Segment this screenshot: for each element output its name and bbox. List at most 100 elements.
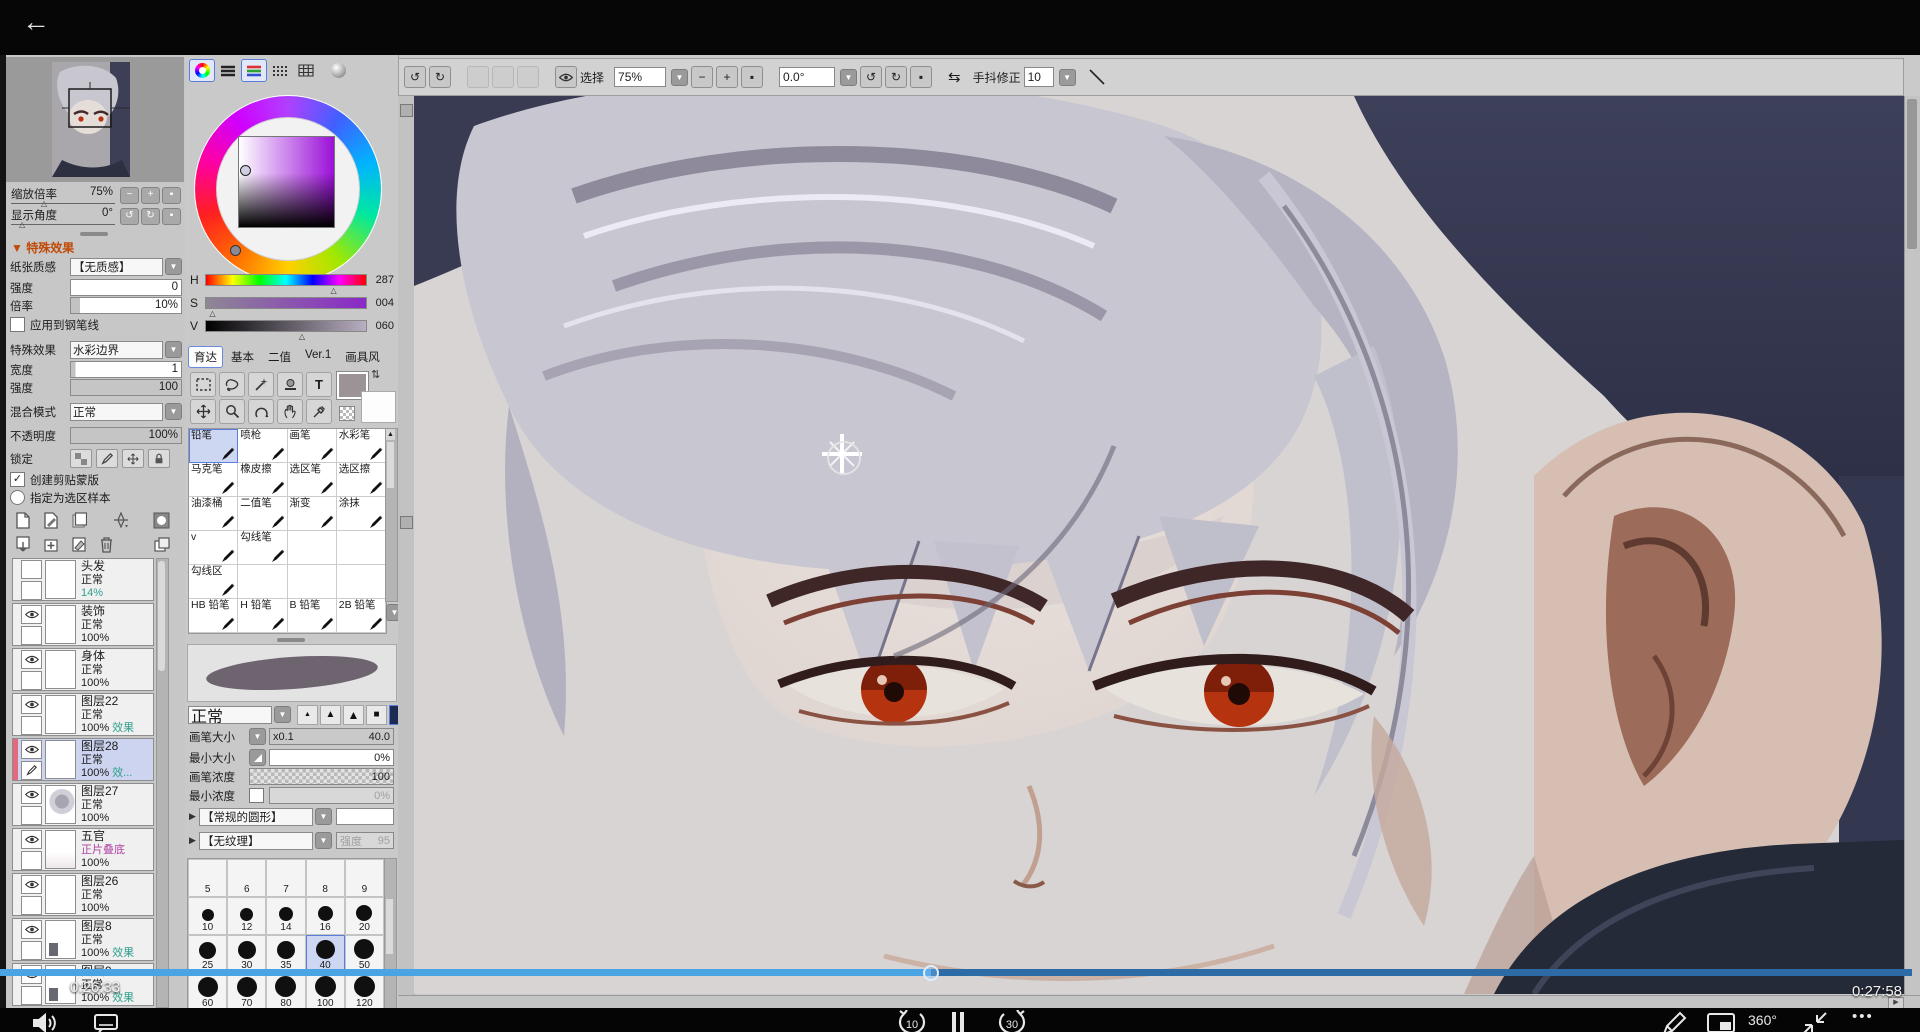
hue-marker[interactable] bbox=[230, 245, 241, 256]
size-preset-cell[interactable]: 80 bbox=[266, 973, 305, 1010]
layer-row[interactable]: 图层26 正常 100% bbox=[12, 873, 154, 916]
new-linework-layer-button[interactable] bbox=[38, 510, 63, 531]
lock-pixels-button[interactable] bbox=[96, 449, 118, 468]
size-preset-cell[interactable]: 20 bbox=[345, 897, 384, 935]
brush-cell[interactable]: 画笔 bbox=[288, 429, 337, 463]
zoom-out-button[interactable]: − bbox=[120, 187, 139, 204]
layer-thumbnail[interactable] bbox=[45, 695, 76, 734]
saturation-slider-marker[interactable]: △ bbox=[209, 309, 215, 318]
layer-thumbnail[interactable] bbox=[45, 605, 76, 644]
volume-icon[interactable] bbox=[30, 1010, 58, 1032]
progress-handle[interactable] bbox=[923, 965, 939, 981]
layer-visibility-toggle[interactable] bbox=[21, 605, 42, 624]
color-wheel-tab[interactable] bbox=[189, 59, 215, 82]
layer-visibility-toggle[interactable] bbox=[21, 695, 42, 714]
brush-cell[interactable]: 油漆桶 bbox=[189, 497, 238, 531]
swap-colors-icon[interactable]: ⇅ bbox=[371, 368, 380, 381]
layer-thumbnail[interactable] bbox=[45, 920, 76, 959]
brush-cell[interactable]: B 铅笔 bbox=[288, 599, 337, 633]
size-preset-cell[interactable]: 9 bbox=[345, 859, 384, 897]
size-preset-cell[interactable]: 6 bbox=[227, 859, 266, 897]
secondary-color-swatch[interactable] bbox=[361, 391, 396, 423]
selection-copy-button[interactable] bbox=[492, 66, 514, 88]
eyedropper-tool[interactable] bbox=[306, 399, 332, 424]
layer-visibility-toggle[interactable] bbox=[21, 560, 42, 579]
transform-tool-button[interactable] bbox=[108, 510, 133, 531]
blend-ball-tab[interactable] bbox=[325, 59, 351, 82]
pressure-size-button[interactable] bbox=[249, 749, 266, 766]
selection-sample-radio[interactable] bbox=[10, 490, 25, 505]
edge-shape-2[interactable]: ▲ bbox=[320, 705, 341, 725]
layer-paint-indicator[interactable] bbox=[21, 941, 42, 960]
canvas-angle-input[interactable]: 0.0° bbox=[779, 67, 835, 87]
canvas-rotate-reset-button[interactable]: ▪ bbox=[910, 66, 932, 88]
panel-splitter[interactable] bbox=[277, 638, 305, 642]
zoom-slider[interactable]: 缩放倍率 75% △ bbox=[11, 186, 115, 204]
paper-strength-input[interactable]: 0 bbox=[70, 279, 182, 296]
clear-layer-button[interactable] bbox=[66, 534, 91, 555]
hsv-slider-tab[interactable] bbox=[241, 59, 267, 82]
rotate-360-icon[interactable]: 360° bbox=[1748, 1012, 1777, 1028]
transfer-down-button[interactable] bbox=[10, 534, 35, 555]
flip-canvas-icon[interactable]: ⇆ bbox=[948, 68, 961, 86]
text-tool[interactable]: T bbox=[306, 372, 332, 397]
lock-position-button[interactable] bbox=[122, 449, 144, 468]
size-preset-cell[interactable]: 14 bbox=[266, 897, 305, 935]
edge-shape-3[interactable]: ▲ bbox=[343, 705, 364, 725]
layer-paint-indicator[interactable] bbox=[21, 851, 42, 870]
sv-marker[interactable] bbox=[240, 165, 251, 176]
strip-toggle-icon[interactable] bbox=[400, 104, 413, 117]
layer-row[interactable]: 装饰 正常 100% bbox=[12, 603, 154, 646]
rotate-cw-button[interactable]: ↻ bbox=[141, 208, 160, 225]
brush-size-dropdown-button[interactable]: ▼ bbox=[249, 728, 266, 745]
brush-cell[interactable]: 水彩笔 bbox=[337, 429, 386, 463]
back-arrow-icon[interactable]: ← bbox=[22, 8, 50, 36]
undo-button[interactable]: ↺ bbox=[404, 66, 426, 88]
layer-paint-indicator[interactable] bbox=[21, 626, 42, 645]
brush-cell[interactable] bbox=[288, 531, 337, 565]
selection-visibility-button[interactable] bbox=[555, 66, 577, 88]
zoom-reset-button[interactable]: ▪ bbox=[162, 187, 181, 204]
selection-cut-button[interactable] bbox=[467, 66, 489, 88]
size-preset-cell[interactable]: 10 bbox=[188, 897, 227, 935]
tool-tab[interactable]: Ver.1 bbox=[299, 346, 337, 368]
zoom-in-button[interactable]: + bbox=[141, 187, 160, 204]
density-slider[interactable]: 100 bbox=[249, 768, 394, 785]
brush-cell[interactable]: 橡皮擦 bbox=[238, 463, 287, 497]
layer-row[interactable]: 图层22 正常 100%效果 bbox=[12, 693, 154, 736]
selection-source-button[interactable] bbox=[149, 510, 174, 531]
layer-paint-indicator[interactable] bbox=[21, 716, 42, 735]
brush-texture-dropdown-button[interactable]: ▼ bbox=[315, 832, 332, 849]
rotate-ccw-button[interactable]: ↺ bbox=[120, 208, 139, 225]
expand-arrow-icon[interactable]: ▶ bbox=[189, 835, 199, 846]
layer-row[interactable]: 图层27 正常 100% bbox=[12, 783, 154, 826]
rewind-10-icon[interactable]: 10 bbox=[895, 1010, 929, 1032]
layer-thumbnail[interactable] bbox=[45, 560, 76, 599]
brush-cell[interactable]: 涂抹 bbox=[337, 497, 386, 531]
size-preset-cell[interactable]: 60 bbox=[188, 973, 227, 1010]
swatches-tab[interactable] bbox=[293, 59, 319, 82]
canvas-zoom-reset-button[interactable]: ▪ bbox=[741, 66, 763, 88]
mixer-tab[interactable] bbox=[267, 59, 293, 82]
size-preset-cell[interactable]: 50 bbox=[345, 935, 384, 973]
canvas-rotate-ccw-button[interactable]: ↺ bbox=[860, 66, 882, 88]
paper-scale-slider[interactable]: 10% bbox=[70, 297, 182, 314]
size-preset-cell[interactable]: 30 bbox=[227, 935, 266, 973]
layer-visibility-toggle[interactable] bbox=[21, 830, 42, 849]
forward-30-icon[interactable]: 30 bbox=[995, 1010, 1029, 1032]
effect-strength-slider[interactable]: 100 bbox=[70, 379, 182, 396]
effect-width-slider[interactable]: 1 bbox=[70, 361, 182, 378]
brush-blend-select[interactable]: 正常 bbox=[188, 706, 272, 724]
hue-slider-marker[interactable]: △ bbox=[330, 286, 336, 295]
layer-visibility-toggle[interactable] bbox=[21, 920, 42, 939]
layer-opacity-slider[interactable]: 100% bbox=[70, 427, 182, 444]
layer-row[interactable]: 头发 正常 14% bbox=[12, 558, 154, 601]
layer-visibility-toggle[interactable] bbox=[21, 875, 42, 894]
panel-splitter[interactable] bbox=[80, 232, 108, 236]
layer-paint-indicator[interactable] bbox=[21, 671, 42, 690]
rect-select-tool[interactable] bbox=[190, 372, 216, 397]
size-preset-cell[interactable]: 12 bbox=[227, 897, 266, 935]
blend-mode-select[interactable]: 正常 bbox=[70, 403, 163, 421]
layer-paint-indicator[interactable] bbox=[21, 806, 42, 825]
canvas-zoom-dropdown-button[interactable]: ▼ bbox=[671, 69, 688, 86]
